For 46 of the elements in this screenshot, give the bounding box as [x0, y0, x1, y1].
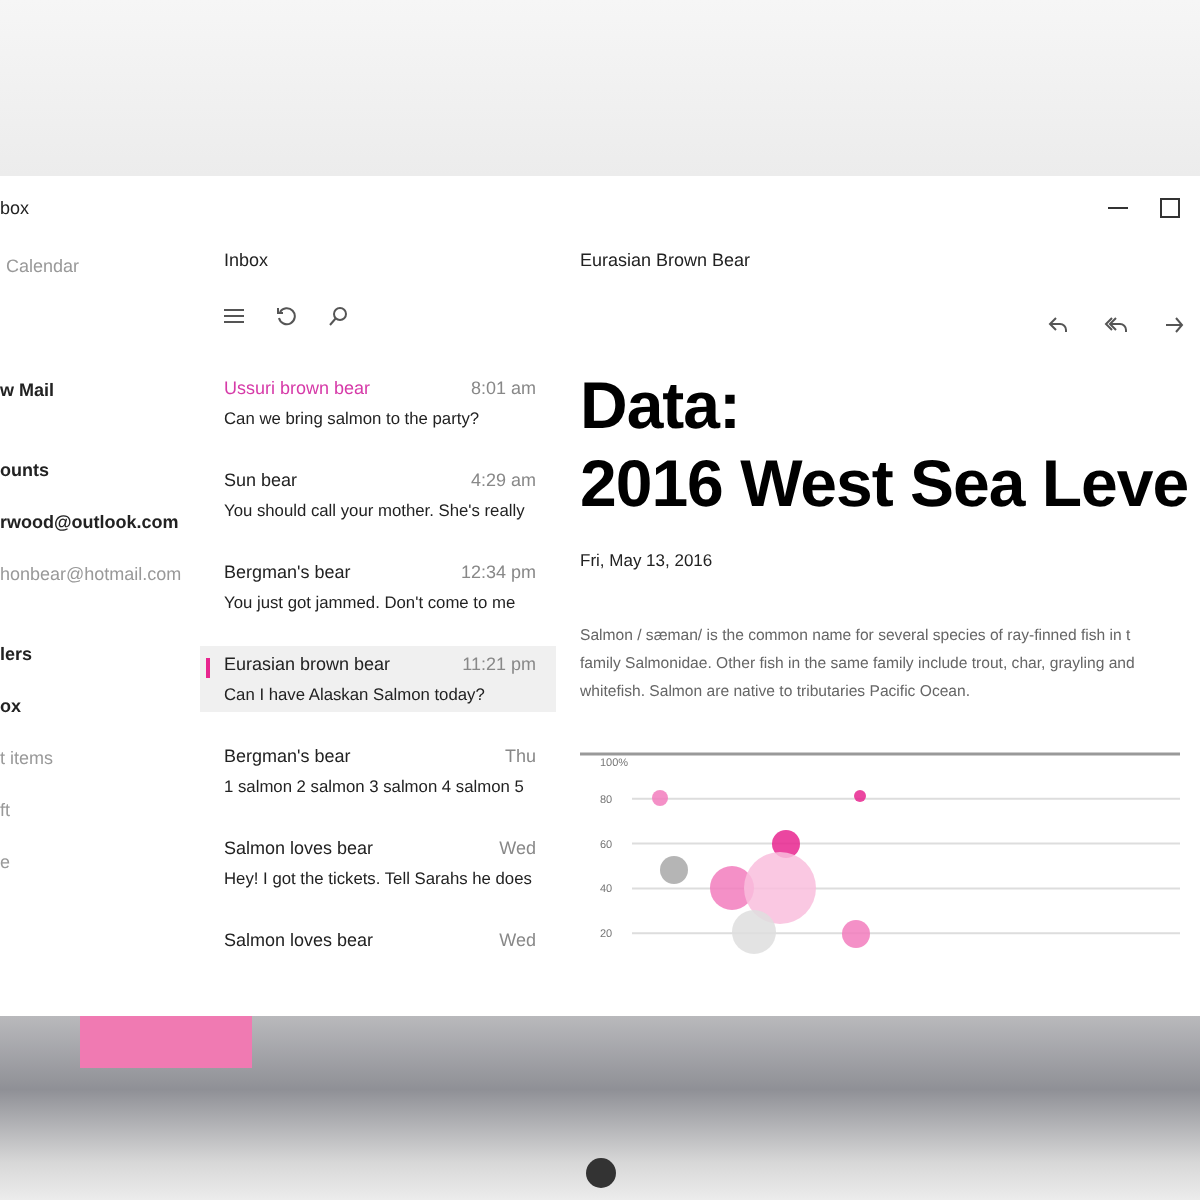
- sender-name: Sun bear: [224, 470, 298, 490]
- message-item[interactable]: Eurasian brown bear 11:21 pm Can I have Alaskan Salmon today?: [200, 646, 556, 712]
- message-item[interactable]: Salmon loves bear Wed: [200, 922, 556, 958]
- menu-icon[interactable]: [224, 308, 244, 324]
- reply-all-icon[interactable]: [1104, 315, 1128, 333]
- message-time: 4:29 am: [470, 470, 536, 490]
- reply-icon[interactable]: [1048, 315, 1068, 333]
- message-item[interactable]: Ussuri brown bear 8:01 am Can we bring salmon to the party?: [200, 370, 556, 436]
- sender-name: Ussuri brown bear: [224, 378, 371, 398]
- avatar[interactable]: [586, 1158, 616, 1188]
- message-time: 12:34 pm: [460, 562, 536, 582]
- sender-name: Eurasian brown bear: [224, 654, 391, 674]
- message-item[interactable]: Bergman's bear 12:34 pm You just got jammed. Don't come to me: [200, 554, 556, 620]
- message-time: Wed: [499, 930, 536, 950]
- article-heading: Data: 2016 West Sea Leve: [580, 366, 1189, 522]
- search-icon[interactable]: [328, 306, 348, 326]
- sidebar-item[interactable]: w Mail: [0, 378, 55, 402]
- message-preview: You should call your mother. She's really: [224, 500, 527, 520]
- message-date: Fri, May 13, 2016: [580, 550, 713, 570]
- sender-name: Salmon loves bear: [224, 930, 374, 950]
- sender-name: Bergman's bear: [224, 562, 351, 582]
- message-time: Wed: [499, 838, 536, 858]
- sidebar-item[interactable]: lers: [0, 642, 33, 666]
- message-preview: Hey! I got the tickets. Tell Sarahs he does: [224, 868, 534, 888]
- sender-name: Bergman's bear: [224, 746, 351, 766]
- window-title: box: [0, 198, 30, 218]
- message-preview: You just got jammed. Don't come to me: [224, 592, 518, 612]
- list-title: Inbox: [224, 250, 269, 270]
- message-preview: Can we bring salmon to the party?: [224, 408, 482, 428]
- selection-marker: [206, 658, 210, 678]
- message-subject: Eurasian Brown Bear: [580, 250, 751, 270]
- message-time: 8:01 am: [470, 378, 536, 398]
- message-item[interactable]: Salmon loves bear Wed Hey! I got the tickets. Tell Sarahs he does: [200, 830, 556, 896]
- message-preview: 1 salmon 2 salmon 3 salmon 4 salmon 5: [224, 776, 526, 796]
- sidebar-item[interactable]: ounts: [0, 458, 49, 482]
- sidebar-item[interactable]: rwood@outlook.com: [0, 510, 179, 534]
- forward-icon[interactable]: [1164, 315, 1184, 333]
- sidebar-item[interactable]: ox: [0, 694, 22, 718]
- message-time: 11:21 pm: [462, 654, 536, 674]
- message-time: Thu: [504, 746, 536, 766]
- maximize-icon[interactable]: [1160, 198, 1180, 218]
- message-item[interactable]: Bergman's bear Thu 1 salmon 2 salmon 3 salmon 4 salmon 5: [200, 738, 556, 804]
- sender-name: Salmon loves bear: [224, 838, 374, 858]
- message-preview: Can I have Alaskan Salmon today?: [224, 684, 487, 704]
- refresh-icon[interactable]: [276, 306, 296, 326]
- message-item[interactable]: Sun bear 4:29 am You should call your mother. She's really: [200, 462, 556, 528]
